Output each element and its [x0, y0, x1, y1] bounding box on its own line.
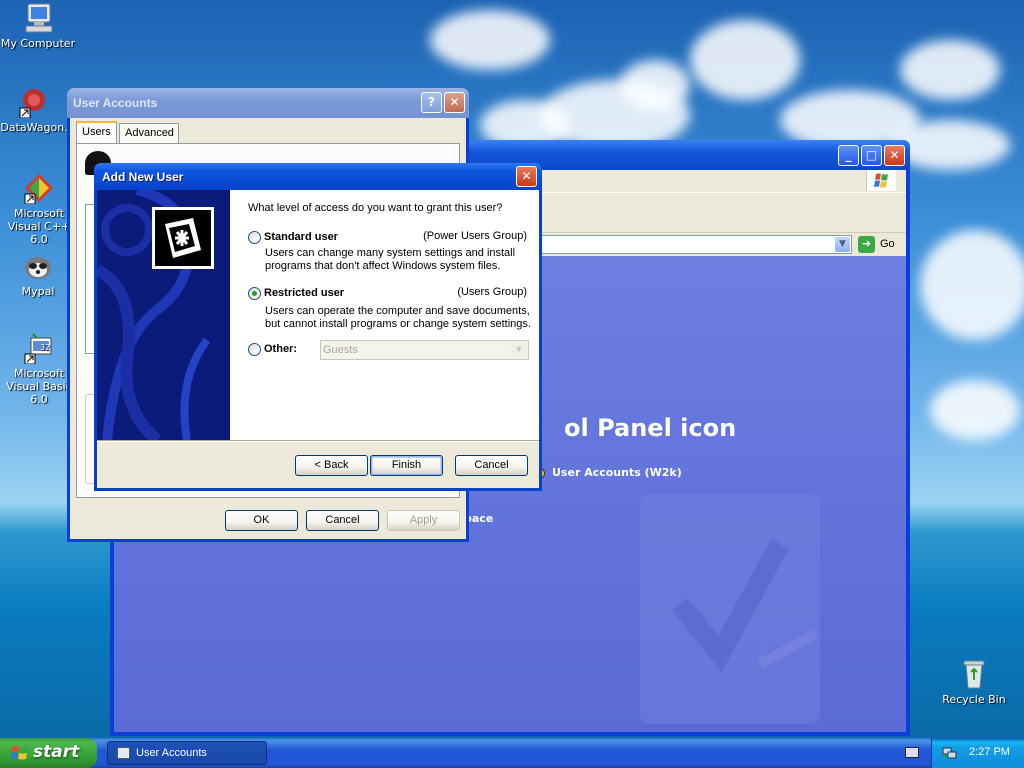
- taskbar: start User Accounts 2:27 PM: [0, 738, 1024, 768]
- close-button[interactable]: ✕: [444, 92, 465, 113]
- standard-user-desc-line2: programs that don't affect Windows syste…: [265, 260, 501, 272]
- restricted-user-radio[interactable]: [248, 287, 261, 300]
- standard-user-group: (Power Users Group): [423, 230, 527, 242]
- mypal-icon: [22, 250, 54, 282]
- apply-label: Apply: [409, 514, 438, 526]
- cancel-label: Cancel: [474, 459, 509, 471]
- add-new-user-dialog: Add New User ✕ What level of access do y…: [94, 163, 542, 491]
- tab-label: Users: [82, 126, 111, 138]
- desktop-icon-label: Microsoft Visual C++ 6.0: [7, 207, 71, 246]
- finish-button[interactable]: Finish: [370, 455, 443, 476]
- page-heading: ol Panel icon: [564, 414, 737, 442]
- other-label[interactable]: Other:: [264, 343, 297, 355]
- my-computer-icon: [22, 2, 54, 34]
- cancel-button[interactable]: Cancel: [455, 455, 528, 476]
- close-icon: ✕: [449, 95, 460, 109]
- desktop-icon-label: Mypal: [21, 285, 55, 298]
- restricted-user-desc-line2: but cannot install programs or change sy…: [265, 318, 531, 330]
- key-icon: [152, 207, 214, 269]
- go-button[interactable]: ➜ Go: [856, 235, 904, 255]
- wizard-side-image: [97, 190, 230, 440]
- desktop-icon-my-computer[interactable]: My Computer: [0, 2, 76, 50]
- button-separator: [97, 440, 539, 442]
- finish-label: Finish: [391, 459, 422, 471]
- wizard-main-panel: What level of access do you want to gran…: [230, 190, 539, 440]
- visual-cpp-icon: [23, 172, 55, 205]
- chevron-down-icon[interactable]: ▼: [511, 342, 527, 358]
- desktop-icon-recycle-bin[interactable]: Recycle Bin: [936, 658, 1012, 706]
- minimize-icon: _: [845, 148, 852, 162]
- go-arrow-icon: ➜: [858, 236, 875, 253]
- maximize-icon: □: [865, 148, 878, 162]
- taskbar-item-user-accounts[interactable]: User Accounts: [107, 741, 267, 765]
- other-group-value: Guests: [323, 344, 358, 356]
- dialog-title: Add New User: [102, 170, 184, 184]
- close-button[interactable]: ✕: [884, 145, 905, 166]
- desktop-icon-label: Microsoft Visual Basic 6.0: [6, 367, 72, 406]
- window-title: User Accounts: [73, 96, 158, 110]
- back-label: < Back: [314, 459, 349, 471]
- desktop-icon-datawagon[interactable]: DataWagon.: [0, 86, 72, 134]
- user-accounts-titlebar[interactable]: User Accounts ? ✕: [67, 88, 469, 118]
- desktop-icon-label: Recycle Bin: [942, 693, 1006, 706]
- watermark-checkmark-icon: [630, 484, 830, 732]
- restricted-user-group: (Users Group): [457, 286, 527, 298]
- tab-users[interactable]: Users: [76, 121, 117, 144]
- start-button[interactable]: start: [0, 738, 97, 768]
- tab-advanced[interactable]: Advanced: [119, 123, 179, 143]
- user-accounts-link-label: User Accounts (W2k): [552, 466, 682, 479]
- standard-user-label[interactable]: Standard user: [264, 231, 338, 243]
- ok-label: OK: [253, 514, 270, 526]
- chevron-down-icon[interactable]: ▼: [835, 237, 850, 252]
- restricted-user-desc-line1: Users can operate the computer and save …: [265, 305, 530, 317]
- svg-text:32: 32: [40, 343, 50, 352]
- minimize-button[interactable]: _: [838, 145, 859, 166]
- help-icon: ?: [428, 95, 435, 109]
- system-tray: 2:27 PM: [931, 738, 1024, 768]
- tab-label: Advanced: [125, 127, 174, 139]
- help-button[interactable]: ?: [421, 92, 442, 113]
- add-new-user-body: What level of access do you want to gran…: [97, 190, 539, 488]
- windows-logo-icon: [866, 170, 896, 191]
- windows-flag-icon: [10, 745, 29, 761]
- other-group-select[interactable]: Guests ▼: [320, 340, 529, 360]
- apply-button[interactable]: Apply: [387, 510, 460, 531]
- close-icon: ✕: [521, 169, 532, 183]
- clock[interactable]: 2:27 PM: [969, 746, 1010, 758]
- network-tray-icon[interactable]: [942, 745, 957, 760]
- desktop-icon-label: My Computer: [0, 37, 76, 50]
- access-question: What level of access do you want to gran…: [248, 202, 503, 214]
- keyboard-icon[interactable]: [905, 747, 919, 758]
- datawagon-icon: [18, 86, 50, 119]
- visual-basic-icon: 32: [23, 332, 55, 365]
- task-item-label: User Accounts: [136, 747, 207, 759]
- back-button[interactable]: < Back: [295, 455, 368, 476]
- desktop-icon-label: DataWagon.: [0, 121, 68, 134]
- standard-user-radio[interactable]: [248, 231, 261, 244]
- close-button[interactable]: ✕: [516, 166, 537, 187]
- cancel-label: Cancel: [325, 514, 360, 526]
- close-icon: ✕: [889, 148, 900, 162]
- maximize-button[interactable]: □: [861, 145, 882, 166]
- standard-user-desc-line1: Users can change many system settings an…: [265, 247, 516, 259]
- other-radio[interactable]: [248, 343, 261, 356]
- address-input[interactable]: ▼: [534, 235, 852, 254]
- add-new-user-titlebar[interactable]: Add New User ✕: [94, 163, 542, 191]
- start-label: start: [33, 742, 80, 762]
- cancel-button[interactable]: Cancel: [306, 510, 379, 531]
- recycle-bin-icon: [958, 658, 990, 690]
- restricted-user-label[interactable]: Restricted user: [264, 287, 344, 299]
- desktop-icon-mypal[interactable]: Mypal: [0, 250, 76, 298]
- go-label: Go: [880, 238, 895, 250]
- ok-button[interactable]: OK: [225, 510, 298, 531]
- user-accounts-task-icon: [117, 747, 130, 759]
